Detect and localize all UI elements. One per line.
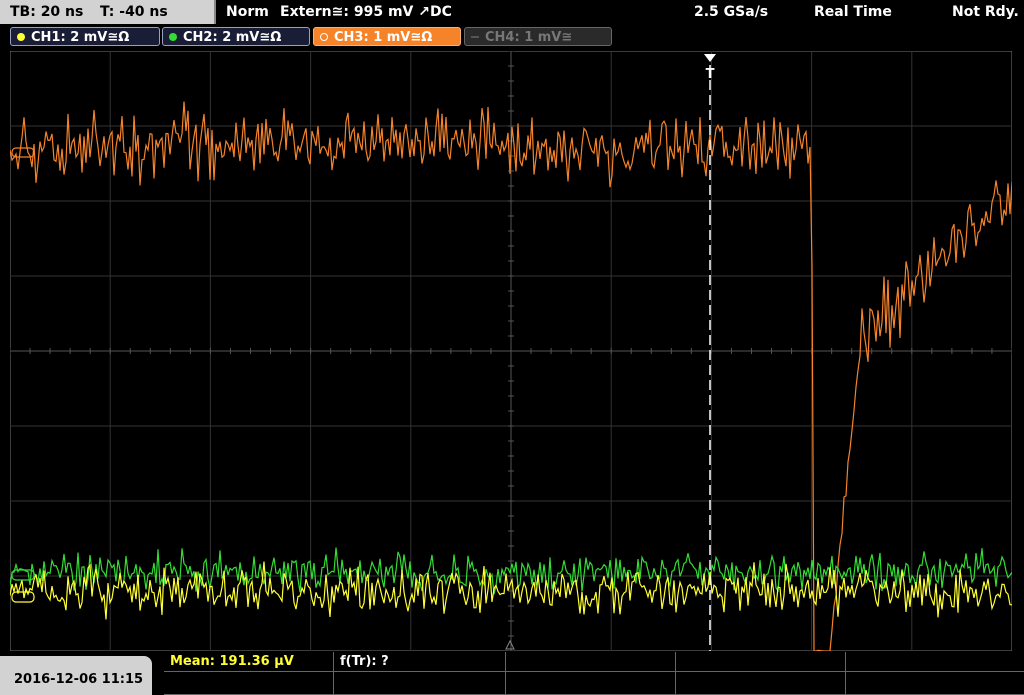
channel-3-button[interactable]: CH3: 1 mV≅Ω [313,27,461,46]
trigger-time-readout: T: -40 ns [100,4,168,20]
status-bar: TB: 20 ns T: -40 ns Norm Extern≅: 995 mV… [0,0,1024,24]
channel-1-label: CH1: 2 mV≅Ω [31,30,130,45]
datetime-box: 2016-12-06 11:15 [0,656,152,695]
trigger-source[interactable]: Extern≅: 995 mV ↗DC [280,0,452,24]
acquisition-mode[interactable]: Real Time [814,0,892,24]
channel-2-dot-icon [169,33,177,41]
measurement-panel: Mean: 191.36 µV f(Tr): ? [164,652,1024,695]
measurement-rise-frequency[interactable]: f(Tr): ? [334,652,506,672]
channel-2-label: CH2: 2 mV≅Ω [183,30,282,45]
channel-2-button[interactable]: CH2: 2 mV≅Ω [162,27,310,46]
bottom-bar: 2016-12-06 11:15 Mean: 191.36 µV f(Tr): … [0,652,1024,695]
sample-rate[interactable]: 2.5 GSa/s [694,0,768,24]
waveform-display[interactable]: T [10,51,1012,651]
measurement-slot-8[interactable] [506,672,676,695]
channel-4-button[interactable]: CH4: 1 mV≅ [464,27,612,46]
channel-3-label: CH3: 1 mV≅Ω [334,30,433,45]
measurement-slot-5[interactable] [846,652,1024,672]
datetime: 2016-12-06 11:15 [14,672,144,687]
trigger-mode[interactable]: Norm [226,0,269,24]
trigger-label: T [706,67,715,82]
timebase-readout: TB: 20 ns [10,4,84,20]
measurement-mean[interactable]: Mean: 191.36 µV [164,652,334,672]
measurement-slot-3[interactable] [506,652,676,672]
measurement-mean-value: Mean: 191.36 µV [170,654,294,669]
measurement-slot-6[interactable] [164,672,334,695]
channel-bar: CH1: 2 mV≅Ω CH2: 2 mV≅Ω CH3: 1 mV≅Ω CH4:… [0,24,1024,50]
channel-4-dot-icon [471,36,479,38]
channel-4-label: CH4: 1 mV≅ [485,30,573,45]
measurement-slot-4[interactable] [676,652,846,672]
measurement-slot-9[interactable] [676,672,846,695]
channel-1-dot-icon [17,33,25,41]
channel-1-button[interactable]: CH1: 2 mV≅Ω [10,27,160,46]
measurement-rise-frequency-value: f(Tr): ? [340,654,389,669]
acquisition-status: Not Rdy. [952,4,1019,20]
measurement-slot-10[interactable] [846,672,1024,695]
timebase-box[interactable]: TB: 20 ns T: -40 ns [0,0,216,24]
channel-3-dot-icon [320,33,328,41]
measurement-slot-7[interactable] [334,672,506,695]
